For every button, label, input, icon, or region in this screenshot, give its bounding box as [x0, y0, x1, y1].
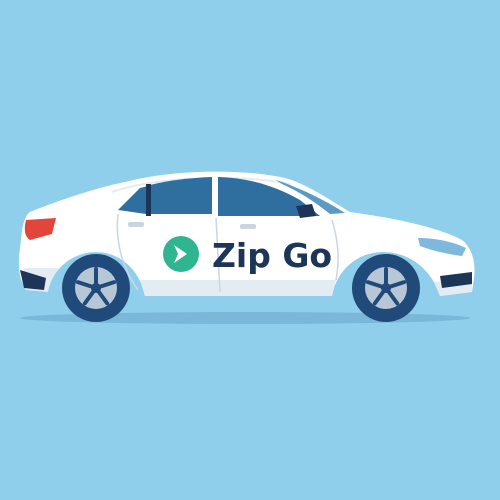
front-hub [381, 283, 391, 293]
window-pillar [212, 176, 218, 218]
rear-wheel [62, 254, 130, 322]
front-wheel [352, 254, 420, 322]
rear-hub [91, 283, 101, 293]
door-handle [128, 222, 144, 227]
logo-text: Zip Go [212, 236, 332, 275]
door-handle [240, 224, 256, 229]
taxi-illustration: Zip Go [0, 0, 500, 500]
zip-go-logo: Zip Go [163, 236, 332, 275]
window-pillar [146, 184, 151, 216]
car-svg: Zip Go [0, 0, 500, 500]
